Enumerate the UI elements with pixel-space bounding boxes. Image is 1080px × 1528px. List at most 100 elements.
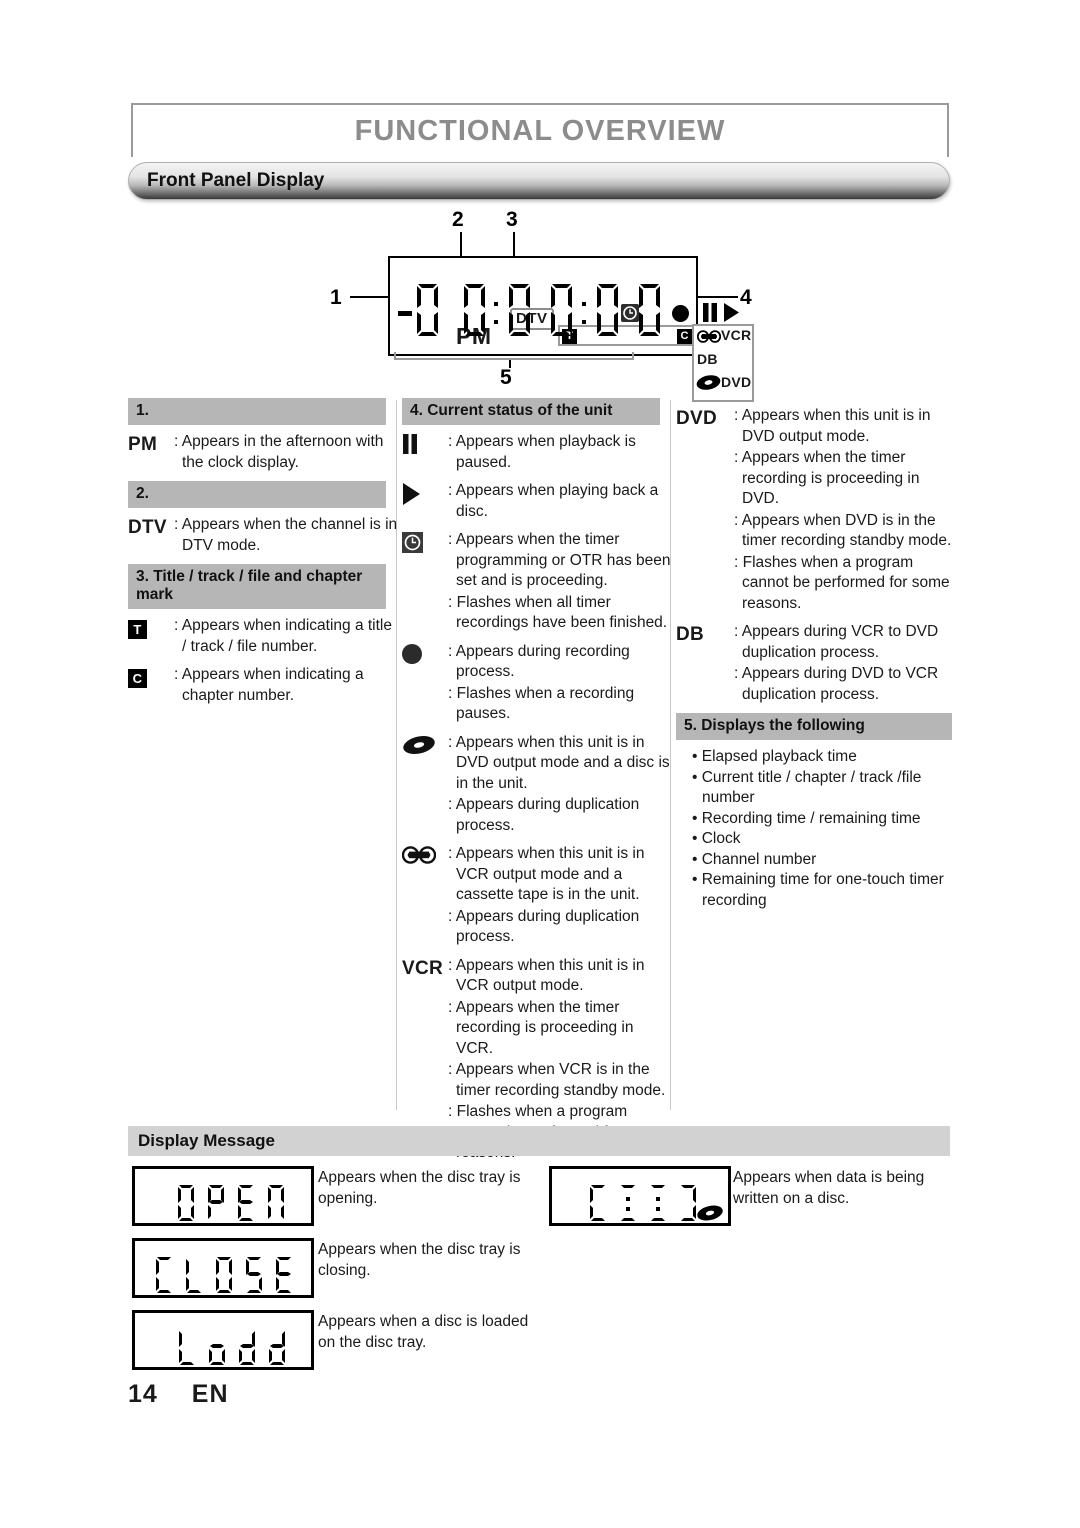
disc-desc-2: : Appears during duplication process. [448, 796, 640, 834]
title-chip-icon: T [128, 616, 174, 657]
lcd-box-open [132, 1166, 314, 1226]
list-item: • Recording time / remaining time [692, 809, 921, 827]
dvd-desc-4: : Flashes when a program cannot be perfo… [734, 553, 950, 612]
list-item: • Remaining time for one-touch timer rec… [692, 871, 944, 909]
disc-icon [696, 375, 721, 395]
vcr-desc-1: : Appears when this unit is in VCR outpu… [448, 956, 645, 995]
page-title: FUNCTIONAL OVERVIEW [354, 114, 726, 147]
digit-1 [414, 284, 441, 336]
lcd-panel: PM DTV T C VCR DB DVD [388, 256, 754, 402]
front-panel-display-diagram: 1 2 3 4 5 PM DTV T C VCR DB DVD [330, 208, 760, 402]
pm-label: PM [128, 434, 158, 455]
legend-entry-dvd: DVD : Appears when this unit is in DVD o… [676, 406, 952, 614]
dvd-desc-1: : Appears when this unit is in DVD outpu… [734, 407, 931, 445]
digit-4 [548, 284, 575, 336]
tape-desc-1: : Appears when this unit is in VCR outpu… [448, 845, 645, 903]
timer-desc-1: : Appears when the timer programming or … [448, 531, 671, 589]
title-mark-desc: : Appears when indicating a title / trac… [174, 617, 392, 655]
legend-entry-dtv: DTV : Appears when the channel is in DTV… [128, 515, 398, 556]
chapter-chip-icon: C [128, 665, 174, 706]
record-dot-icon [402, 642, 448, 725]
page-number: 14 [128, 1380, 158, 1408]
vcr-desc-3: : Appears when VCR is in the timer recor… [448, 1061, 666, 1099]
legend-header-4: 4. Current status of the unit [402, 398, 660, 425]
title-chip-glyph: T [128, 620, 147, 639]
legend-header-1: 1. [128, 398, 386, 425]
chapter-chip-glyph: C [128, 669, 147, 688]
list-item: • Elapsed playback time [692, 748, 857, 765]
legend-entry-timer: : Appears when the timer programming or … [402, 530, 672, 634]
section-header-front-panel-display: Front Panel Display [128, 162, 950, 200]
db-desc-2: : Appears during DVD to VCR duplication … [734, 665, 939, 703]
callout-4: 4 [740, 286, 752, 309]
digit-5 [594, 284, 621, 336]
output-mode-box: VCR DB DVD [692, 324, 754, 402]
legend-entry-pm: PM : Appears in the afternoon with the c… [128, 432, 398, 473]
display-message-writing-desc: Appears when data is being written on a … [733, 1169, 925, 1207]
legend-entry-record: : Appears during recording process. : Fl… [402, 642, 672, 725]
disc-icon [402, 733, 448, 837]
dvd-desc-3: : Appears when DVD is in the timer recor… [734, 511, 952, 550]
legend-entry-title-mark: T : Appears when indicating a title / tr… [128, 616, 398, 657]
column-1: 1. PM : Appears in the afternoon with th… [128, 398, 398, 714]
digits-brace [394, 352, 634, 360]
dvd-label: DVD [676, 408, 718, 429]
tape-desc-2: : Appears during duplication process. [448, 907, 640, 946]
legend-entry-db: DB : Appears during VCR to DVD duplicati… [676, 622, 952, 705]
colon-2a [582, 302, 586, 306]
section-header-display-message: Display Message [128, 1126, 950, 1156]
dtv-desc: : Appears when the channel is in DTV mod… [174, 516, 398, 554]
list-item: • Clock [692, 830, 741, 847]
db-label: DB [676, 624, 705, 645]
minus-sign [398, 311, 412, 316]
legend-header-3: 3. Title / track / file and chapter mark [128, 564, 386, 609]
callout-3: 3 [506, 208, 518, 231]
record-desc-2: : Flashes when a recording pauses. [448, 684, 635, 723]
play-desc: : Appears when playing back a disc. [448, 482, 659, 520]
seven-segment-digits [396, 282, 696, 342]
pm-desc: : Appears in the afternoon with the cloc… [174, 433, 384, 471]
legend-entry-pause: : Appears when playback is paused. [402, 432, 672, 473]
clock-icon [402, 530, 448, 634]
page-language: EN [191, 1380, 229, 1408]
display-message-close-desc: Appears when the disc tray is closing. [318, 1241, 521, 1279]
displays-following-list: • Elapsed playback time • Current title … [692, 747, 952, 911]
leader-1 [350, 296, 388, 298]
cassette-tape-icon [401, 844, 448, 948]
column-2: 4. Current status of the unit : Appears … [401, 398, 672, 1172]
legend-entry-play: : Appears when playing back a disc. [402, 481, 672, 522]
vcr-indicator: VCR [721, 327, 752, 343]
record-desc-1: : Appears during recording process. [448, 642, 630, 681]
dvd-desc-2: : Appears when the timer recording is pr… [734, 449, 920, 507]
disc-desc-1: : Appears when this unit is in DVD outpu… [448, 733, 670, 792]
lcd-box-load [132, 1310, 314, 1370]
colon-1a [494, 302, 498, 306]
digit-6 [636, 284, 663, 336]
colon-1b [494, 320, 498, 324]
colon-2b [582, 320, 586, 324]
play-icon [402, 481, 448, 522]
callout-5: 5 [500, 366, 512, 389]
vcr-desc-2: : Appears when the timer recording is pr… [448, 998, 634, 1057]
lcd-box-writing [549, 1166, 731, 1226]
manual-page: FUNCTIONAL OVERVIEW Front Panel Display … [0, 0, 1080, 1528]
legend-entry-disc: : Appears when this unit is in DVD outpu… [402, 733, 672, 837]
column-3: DVD : Appears when this unit is in DVD o… [676, 398, 952, 911]
legend-header-2: 2. [128, 481, 386, 508]
legend-entry-chapter-mark: C : Appears when indicating a chapter nu… [128, 665, 398, 706]
leader-2 [460, 232, 462, 258]
digit-2 [461, 284, 488, 336]
db-desc-1: : Appears during VCR to DVD duplication … [734, 623, 939, 661]
legend-entry-tape: : Appears when this unit is in VCR outpu… [401, 844, 672, 948]
callout-2: 2 [452, 208, 464, 231]
list-item: • Channel number [692, 850, 817, 868]
pause-icon [402, 432, 448, 473]
page-footer: 14 EN [128, 1380, 229, 1409]
leader-4 [696, 296, 738, 298]
display-message-load-desc: Appears when a disc is loaded on the dis… [318, 1313, 529, 1351]
dvd-indicator: DVD [721, 374, 752, 390]
callout-1: 1 [330, 286, 342, 309]
db-indicator: DB [697, 351, 718, 367]
pause-desc: : Appears when playback is paused. [448, 433, 636, 471]
cassette-tape-icon [696, 330, 722, 348]
